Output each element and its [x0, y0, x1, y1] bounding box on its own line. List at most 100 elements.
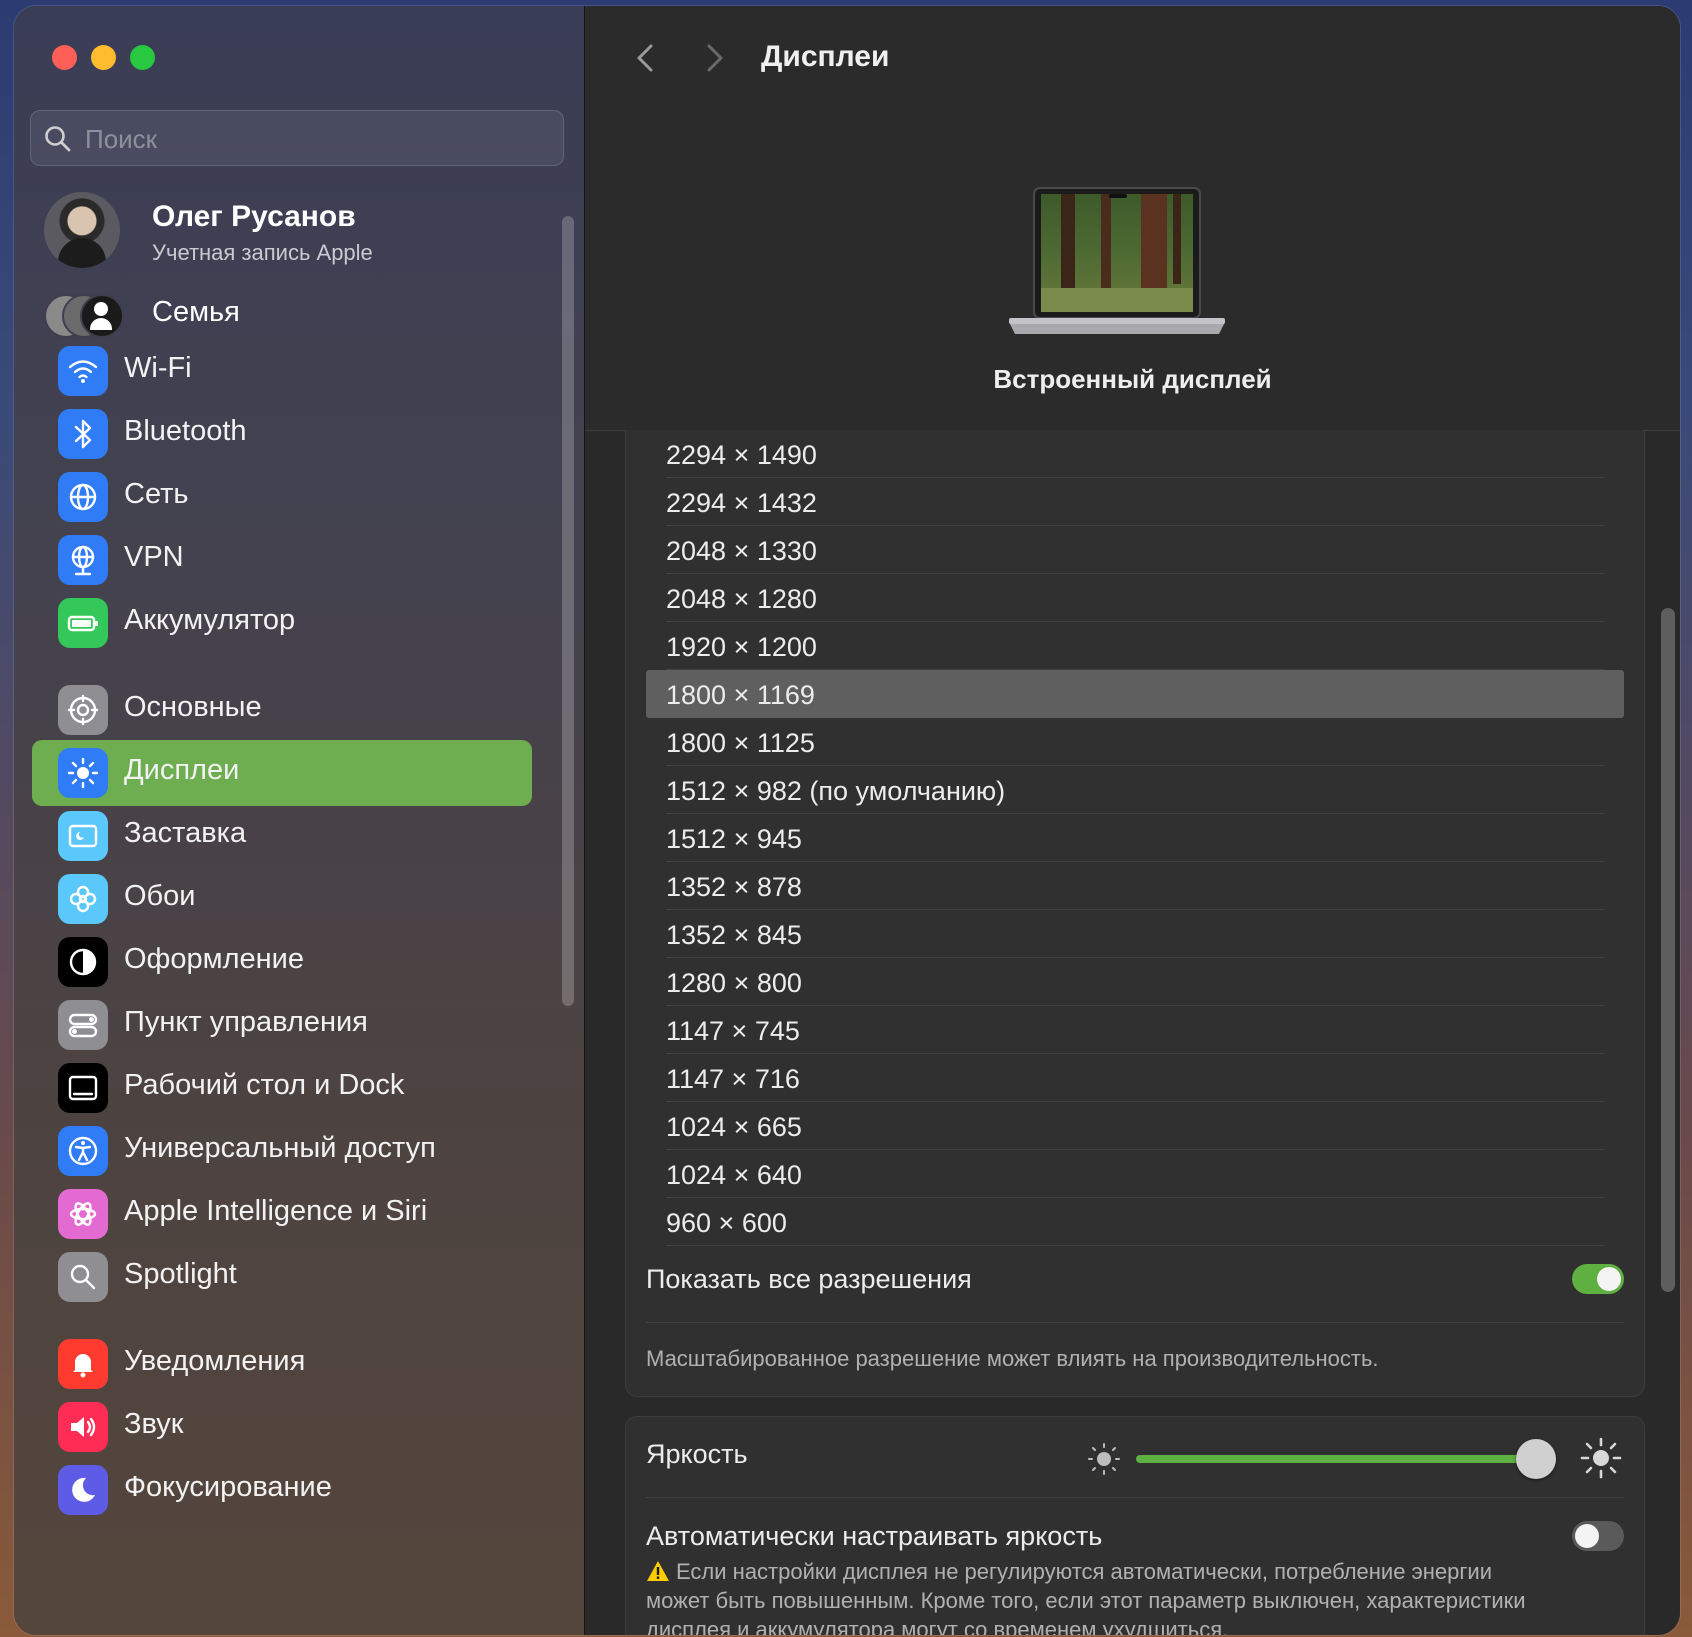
- zoom-window-button[interactable]: [130, 45, 155, 70]
- sidebar-item-battery[interactable]: Аккумулятор: [32, 590, 546, 656]
- resolution-option[interactable]: 1147 × 745: [646, 1006, 1624, 1054]
- display-name: Встроенный дисплей: [993, 364, 1272, 394]
- gear-icon: [58, 685, 108, 735]
- sidebar-item-appearance[interactable]: Оформление: [32, 929, 546, 995]
- resolution-option[interactable]: 1352 × 845: [646, 910, 1624, 958]
- resolution-option[interactable]: 1800 × 1125: [646, 718, 1624, 766]
- resolution-panel: 2294 × 1490 2294 × 1432 2048 × 1330 2048 × …: [625, 430, 1645, 1397]
- resolution-label: 1280 × 800: [666, 968, 802, 998]
- apple-account-item[interactable]: Олег Русанов Учетная запись Apple: [44, 192, 544, 272]
- brightness-low-icon: [1088, 1443, 1120, 1475]
- sidebar: Олег Русанов Учетная запись Apple Семья …: [14, 6, 585, 1635]
- resolution-option[interactable]: 1920 × 1200: [646, 622, 1624, 670]
- resolution-option[interactable]: 1147 × 716: [646, 1054, 1624, 1102]
- appearance-icon: [58, 937, 108, 987]
- show-all-resolutions-toggle[interactable]: [1572, 1264, 1624, 1294]
- forward-arrow-icon[interactable]: [697, 38, 731, 78]
- vpn-globe-icon: [58, 535, 108, 585]
- control-center-icon: [58, 1000, 108, 1050]
- sidebar-scrollbar[interactable]: [562, 216, 574, 1006]
- brightness-label: Яркость: [646, 1439, 748, 1469]
- family-label: Семья: [152, 296, 240, 328]
- brightness-high-icon: [1580, 1437, 1622, 1479]
- accessibility-icon: [58, 1126, 108, 1176]
- resolution-label: 1920 × 1200: [666, 632, 817, 662]
- search-input[interactable]: [83, 121, 547, 157]
- resolution-option[interactable]: 1512 × 982 (по умолчанию): [646, 766, 1624, 814]
- resolution-label: 2294 × 1490: [666, 440, 817, 470]
- avatar: [44, 192, 120, 268]
- sidebar-item-wifi[interactable]: Wi-Fi: [32, 338, 546, 404]
- sidebar-item-label: Wi-Fi: [124, 352, 192, 384]
- brightness-slider-knob[interactable]: [1516, 1439, 1556, 1479]
- resolution-option[interactable]: 1512 × 945: [646, 814, 1624, 862]
- window-controls: [52, 45, 155, 70]
- sidebar-item-accessibility[interactable]: Универсальный доступ: [32, 1118, 546, 1184]
- brightness-panel: Яркость Автоматически настраивать яркост…: [625, 1416, 1645, 1635]
- sidebar-item-label: Универсальный доступ: [124, 1132, 436, 1164]
- sidebar-item-siri[interactable]: Apple Intelligence и Siri: [32, 1181, 546, 1247]
- battery-icon: [58, 598, 108, 648]
- sidebar-item-label: Обои: [124, 880, 196, 912]
- resolution-option[interactable]: 1800 × 1169: [646, 670, 1624, 718]
- main-pane: Дисплеи Встроенный дисплей 2294 × 1490 2…: [585, 6, 1680, 1635]
- close-window-button[interactable]: [52, 45, 77, 70]
- resolution-label: 1512 × 982 (по умолчанию): [666, 776, 1006, 806]
- sidebar-item-label: Аккумулятор: [124, 604, 296, 636]
- resolution-label: 1352 × 845: [666, 920, 802, 950]
- sidebar-item-label: Фокусирование: [124, 1471, 332, 1503]
- dock-icon: [58, 1063, 108, 1113]
- minimize-window-button[interactable]: [91, 45, 116, 70]
- main-scrollbar[interactable]: [1661, 608, 1675, 1292]
- sidebar-item-vpn-globe[interactable]: VPN: [32, 527, 546, 593]
- auto-brightness-label: Автоматически настраивать яркость: [646, 1521, 1103, 1551]
- warning-icon: [647, 1561, 669, 1581]
- brightness-slider[interactable]: [1136, 1455, 1556, 1463]
- sidebar-item-globe[interactable]: Сеть: [32, 464, 546, 530]
- sidebar-item-speaker[interactable]: Звук: [32, 1394, 546, 1460]
- brightness-icon: [58, 748, 108, 798]
- sidebar-item-flower[interactable]: Обои: [32, 866, 546, 932]
- resolution-label: 960 × 600: [666, 1208, 787, 1238]
- speaker-icon: [58, 1402, 108, 1452]
- resolution-option[interactable]: 1352 × 878: [646, 862, 1624, 910]
- resolution-label: 1024 × 665: [666, 1112, 802, 1142]
- resolution-option[interactable]: 2294 × 1432: [646, 478, 1624, 526]
- resolution-label: 1147 × 716: [666, 1064, 800, 1094]
- resolution-label: 1352 × 878: [666, 872, 802, 902]
- moon-icon: [58, 1465, 108, 1515]
- divider: [646, 1322, 1624, 1323]
- resolution-option[interactable]: 2294 × 1490: [646, 430, 1624, 478]
- sidebar-item-label: Основные: [124, 691, 262, 723]
- sidebar-item-bell[interactable]: Уведомления: [32, 1331, 546, 1397]
- search-field[interactable]: [30, 110, 564, 166]
- sidebar-item-control-center[interactable]: Пункт управления: [32, 992, 546, 1058]
- sidebar-item-moon[interactable]: Фокусирование: [32, 1457, 546, 1523]
- sidebar-item-magnifier[interactable]: Spotlight: [32, 1244, 546, 1310]
- bluetooth-icon: [58, 409, 108, 459]
- sidebar-item-label: VPN: [124, 541, 184, 573]
- resolution-label: 1147 × 745: [666, 1016, 800, 1046]
- auto-brightness-toggle[interactable]: [1572, 1521, 1624, 1551]
- resolution-option[interactable]: 1024 × 665: [646, 1102, 1624, 1150]
- divider: [666, 1245, 1604, 1246]
- sidebar-item-screensaver[interactable]: Заставка: [32, 803, 546, 869]
- resolution-option[interactable]: 960 × 600: [646, 1198, 1624, 1246]
- resolution-option[interactable]: 1280 × 800: [646, 958, 1624, 1006]
- resolution-option[interactable]: 2048 × 1280: [646, 574, 1624, 622]
- back-arrow-icon[interactable]: [629, 38, 663, 78]
- globe-icon: [58, 472, 108, 522]
- resolution-label: 1024 × 640: [666, 1160, 802, 1190]
- auto-brightness-warning: Если настройки дисплея не регулируются а…: [646, 1557, 1526, 1635]
- laptop-display-icon[interactable]: [1001, 184, 1233, 346]
- resolution-option[interactable]: 2048 × 1330: [646, 526, 1624, 574]
- sidebar-item-label: Spotlight: [124, 1258, 237, 1290]
- screensaver-icon: [58, 811, 108, 861]
- sidebar-item-label: Дисплеи: [124, 754, 240, 786]
- sidebar-item-bluetooth[interactable]: Bluetooth: [32, 401, 546, 467]
- sidebar-item-dock[interactable]: Рабочий стол и Dock: [32, 1055, 546, 1121]
- sidebar-item-gear[interactable]: Основные: [32, 677, 546, 743]
- sidebar-item-brightness[interactable]: Дисплеи: [32, 740, 532, 806]
- family-item[interactable]: Семья: [44, 292, 544, 342]
- resolution-option[interactable]: 1024 × 640: [646, 1150, 1624, 1198]
